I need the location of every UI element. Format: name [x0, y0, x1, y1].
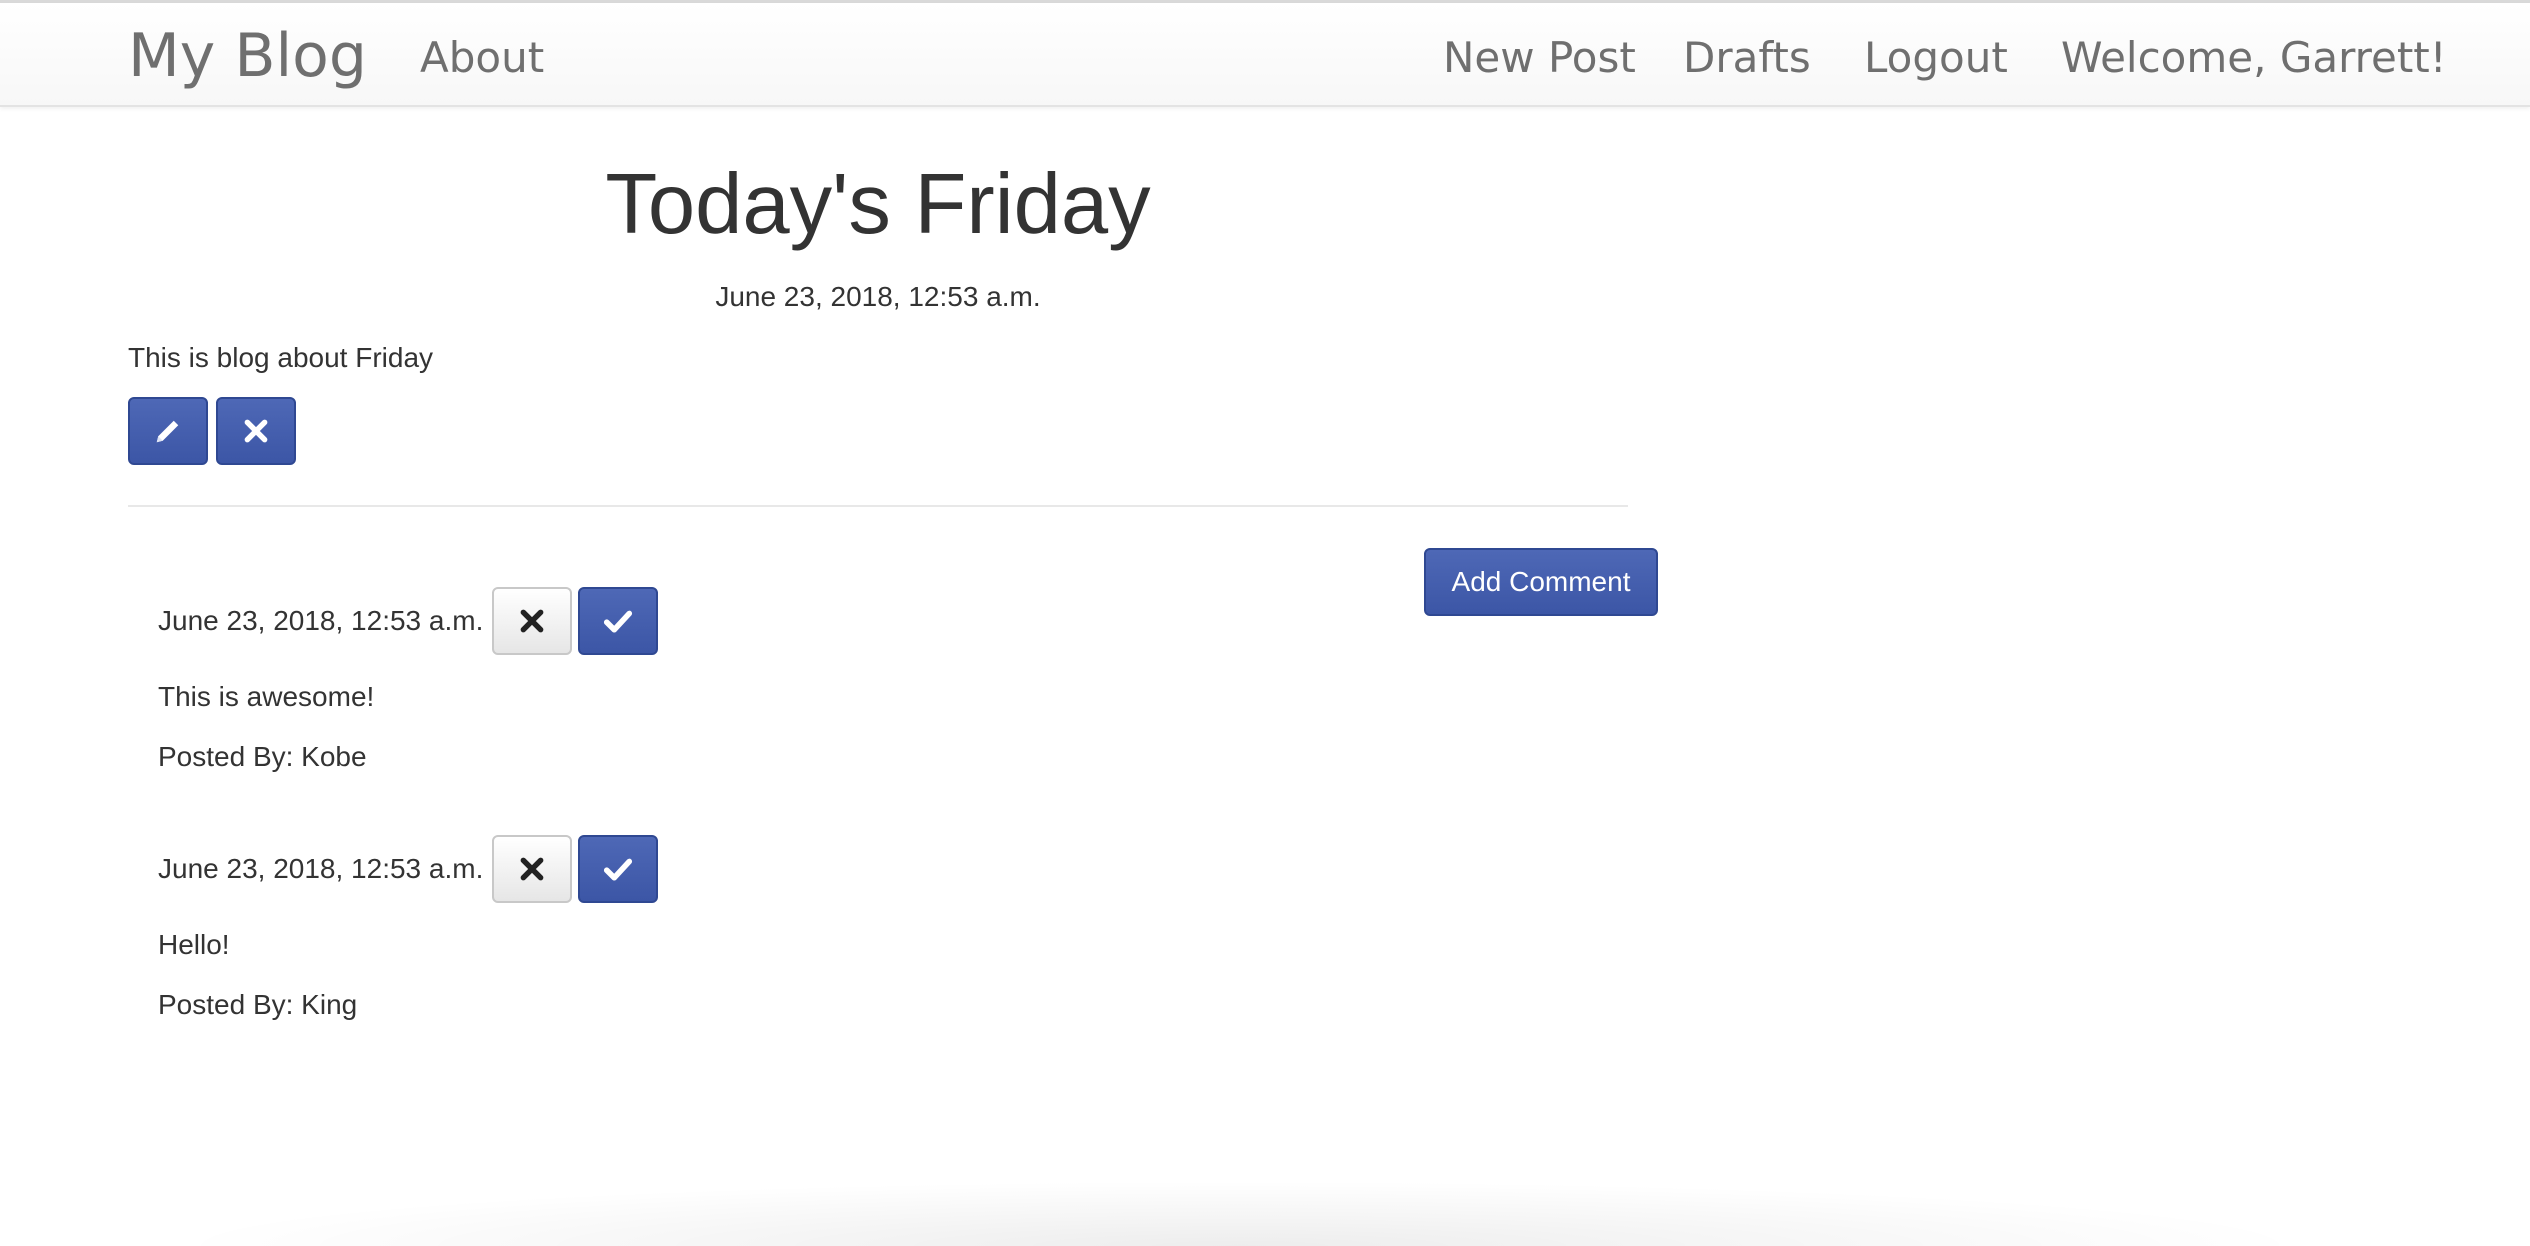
bottom-shadow [160, 1180, 2320, 1246]
welcome-message: Welcome, Garrett! [2061, 33, 2447, 82]
nav-about-link[interactable]: About [420, 37, 544, 79]
nav-logout-link[interactable]: Logout [1864, 37, 2008, 79]
times-icon [519, 856, 545, 882]
edit-post-button[interactable] [128, 397, 208, 465]
comment-text: Hello! [158, 929, 230, 960]
comment-date: June 23, 2018, 12:53 a.m. [158, 853, 484, 884]
check-icon [603, 854, 633, 884]
navbar: My Blog About New Post Drafts Logout Wel… [0, 3, 2530, 107]
approve-comment-button[interactable] [578, 835, 658, 903]
post-divider [128, 505, 1628, 507]
brand-link[interactable]: My Blog [128, 26, 367, 86]
times-icon [243, 418, 269, 444]
comment-text: This is awesome! [158, 681, 375, 712]
approve-comment-button[interactable] [578, 587, 658, 655]
delete-post-button[interactable] [216, 397, 296, 465]
remove-comment-button[interactable] [492, 835, 572, 903]
comment-author: Posted By: King [158, 989, 358, 1020]
comment-date: June 23, 2018, 12:53 a.m. [158, 605, 484, 636]
comment-author: Posted By: Kobe [158, 741, 367, 772]
nav-new-post-link[interactable]: New Post [1443, 37, 1636, 79]
times-icon [519, 608, 545, 634]
post-date: June 23, 2018, 12:53 a.m. [715, 281, 1041, 312]
remove-comment-button[interactable] [492, 587, 572, 655]
add-comment-button[interactable]: Add Comment [1424, 548, 1658, 616]
nav-drafts-link[interactable]: Drafts [1683, 37, 1811, 79]
pencil-icon [153, 416, 183, 446]
post-body: This is blog about Friday [128, 342, 434, 373]
post-title: Today's Friday [605, 157, 1151, 252]
check-icon [603, 606, 633, 636]
